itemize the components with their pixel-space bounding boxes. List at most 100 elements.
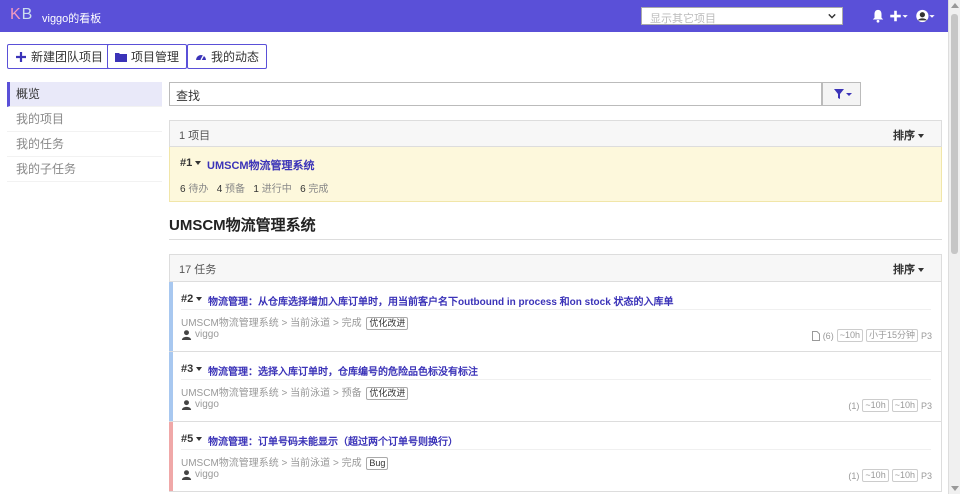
task-path-text: UMSCM物流管理系统 > 当前泳道 > 完成	[181, 318, 362, 329]
task-assignee-name: viggo	[195, 329, 219, 340]
scroll-thumb[interactable]	[951, 14, 958, 254]
task-color-bar	[169, 352, 173, 421]
top-navbar: KB viggo的看板 显示其它项目	[0, 0, 948, 32]
stat-todo-count: 6	[180, 184, 186, 195]
folder-icon	[115, 52, 127, 62]
task-path-text: UMSCM物流管理系统 > 当前泳道 > 预备	[181, 388, 362, 399]
stat-todo-label: 待办	[188, 184, 209, 195]
task-path: UMSCM物流管理系统 > 当前泳道 > 完成 优化改进	[181, 314, 409, 330]
task-id-dropdown[interactable]: #2	[181, 293, 203, 305]
stat-done-count: 6	[300, 184, 306, 195]
divider	[181, 449, 931, 450]
search-input[interactable]: 查找	[169, 82, 822, 106]
task-assignee-name: viggo	[195, 469, 219, 480]
task-id-dropdown[interactable]: #5	[181, 433, 203, 445]
task-meta: (1) ~10h ~10h P3	[848, 399, 932, 412]
task-color-bar	[169, 282, 173, 351]
user-avatar-icon[interactable]	[914, 9, 936, 23]
projects-sort-dropdown[interactable]: 排序	[893, 127, 924, 143]
project-management-label: 项目管理	[131, 50, 180, 64]
task-comments-count[interactable]: (1)	[848, 401, 859, 411]
sidebar-item-my-tasks[interactable]: 我的任务	[7, 132, 162, 157]
new-team-project-button[interactable]: 新建团队项目	[7, 44, 112, 69]
dashboard-icon	[196, 54, 206, 60]
bell-icon[interactable]	[871, 9, 885, 23]
tasks-panel-header: 17 任务 排序	[169, 254, 942, 282]
my-activity-label: 我的动态	[211, 50, 260, 64]
section-title: UMSCM物流管理系统	[169, 217, 316, 234]
sidebar-item-my-subtasks[interactable]: 我的子任务	[7, 157, 162, 182]
task-priority: P3	[920, 470, 932, 481]
task-id: #5	[181, 433, 194, 445]
sort-label: 排序	[893, 264, 915, 276]
sidebar: 概览 我的项目 我的任务 我的子任务	[7, 82, 162, 182]
project-count: 1 项目	[179, 130, 211, 142]
stat-done-label: 完成	[308, 184, 329, 195]
logo-letter-b: B	[21, 6, 34, 23]
tasks-sort-dropdown[interactable]: 排序	[893, 261, 924, 277]
task-title-link[interactable]: 物流管理：订单号码未能显示（超过两个订单号则换行）	[208, 433, 458, 448]
stat-ready-label: 预备	[225, 184, 246, 195]
task-color-bar	[169, 422, 173, 491]
task-tag: 优化改进	[366, 387, 409, 400]
task-time-spent: ~10h	[891, 469, 918, 482]
caret-down-icon	[918, 268, 924, 273]
logo-letter-k: K	[10, 6, 22, 23]
project-row: #1 UMSCM物流管理系统 6 待办 4 预备 1 进行中 6 完成	[169, 147, 942, 202]
projects-panel-header: 1 项目 排序	[169, 120, 942, 147]
stat-ready-count: 4	[216, 184, 223, 195]
task-title-link[interactable]: 物流管理：从仓库选择增加入库订单时，用当前客户名下outbound in pro…	[208, 293, 674, 308]
my-activity-button[interactable]: 我的动态	[187, 44, 268, 69]
task-row: #2 物流管理：从仓库选择增加入库订单时，用当前客户名下outbound in …	[169, 282, 942, 352]
board-title[interactable]: viggo的看板	[42, 10, 101, 26]
task-path-text: UMSCM物流管理系统 > 当前泳道 > 完成	[181, 458, 362, 469]
task-priority: P3	[920, 330, 932, 341]
task-time-estimated: ~10h	[862, 399, 889, 412]
task-assignee: viggo	[181, 469, 219, 480]
caret-down-icon	[196, 437, 203, 442]
file-icon	[811, 330, 820, 341]
task-comments-count[interactable]: (1)	[848, 471, 859, 481]
caret-down-icon	[918, 134, 924, 139]
sort-label: 排序	[893, 130, 915, 142]
project-id: #1	[180, 157, 193, 169]
task-id: #2	[181, 293, 194, 305]
caret-down-icon	[196, 367, 203, 372]
user-icon	[181, 400, 192, 410]
task-id-dropdown[interactable]: #3	[181, 363, 203, 375]
task-tag: Bug	[366, 457, 389, 470]
task-title-link[interactable]: 物流管理：选择入库订单时，仓库编号的危险品色标没有标注	[208, 363, 478, 378]
task-meta: (6) ~10h 小于15分钟 P3	[811, 329, 932, 342]
task-assignee: viggo	[181, 329, 219, 340]
task-meta: (1) ~10h ~10h P3	[848, 469, 932, 482]
scroll-down-arrow-icon[interactable]	[951, 486, 959, 491]
task-tag: 优化改进	[366, 317, 409, 330]
project-management-button[interactable]: 项目管理	[107, 44, 188, 69]
caret-down-icon	[196, 297, 203, 302]
scroll-up-arrow-icon[interactable]	[951, 3, 959, 8]
plus-icon	[16, 51, 26, 62]
task-comments-count[interactable]: (6)	[823, 331, 834, 341]
stat-in-progress-count: 1	[253, 184, 259, 195]
task-assignee-name: viggo	[195, 399, 219, 410]
project-stats: 6 待办 4 预备 1 进行中 6 完成	[180, 180, 328, 195]
caret-down-icon	[195, 161, 202, 166]
app-logo[interactable]: KB	[10, 6, 33, 24]
new-team-project-label: 新建团队项目	[31, 50, 104, 64]
plus-menu-icon[interactable]	[889, 9, 909, 23]
vertical-scrollbar[interactable]	[948, 0, 960, 494]
project-select[interactable]: 显示其它项目	[641, 7, 843, 25]
task-path: UMSCM物流管理系统 > 当前泳道 > 完成 Bug	[181, 454, 389, 470]
chevron-down-icon	[828, 13, 836, 19]
sidebar-item-my-projects[interactable]: 我的项目	[7, 107, 162, 132]
task-time-estimated: ~10h	[836, 329, 863, 342]
sidebar-item-overview[interactable]: 概览	[7, 82, 162, 107]
task-row: #3 物流管理：选择入库订单时，仓库编号的危险品色标没有标注 UMSCM物流管理…	[169, 352, 942, 422]
filter-dropdown-button[interactable]	[822, 82, 861, 106]
task-row: #5 物流管理：订单号码未能显示（超过两个订单号则换行） UMSCM物流管理系统…	[169, 422, 942, 492]
divider	[169, 239, 942, 240]
user-icon	[181, 470, 192, 480]
task-path: UMSCM物流管理系统 > 当前泳道 > 预备 优化改进	[181, 384, 409, 400]
project-id-dropdown[interactable]: #1	[180, 157, 202, 169]
project-name-link[interactable]: UMSCM物流管理系统	[207, 157, 315, 173]
